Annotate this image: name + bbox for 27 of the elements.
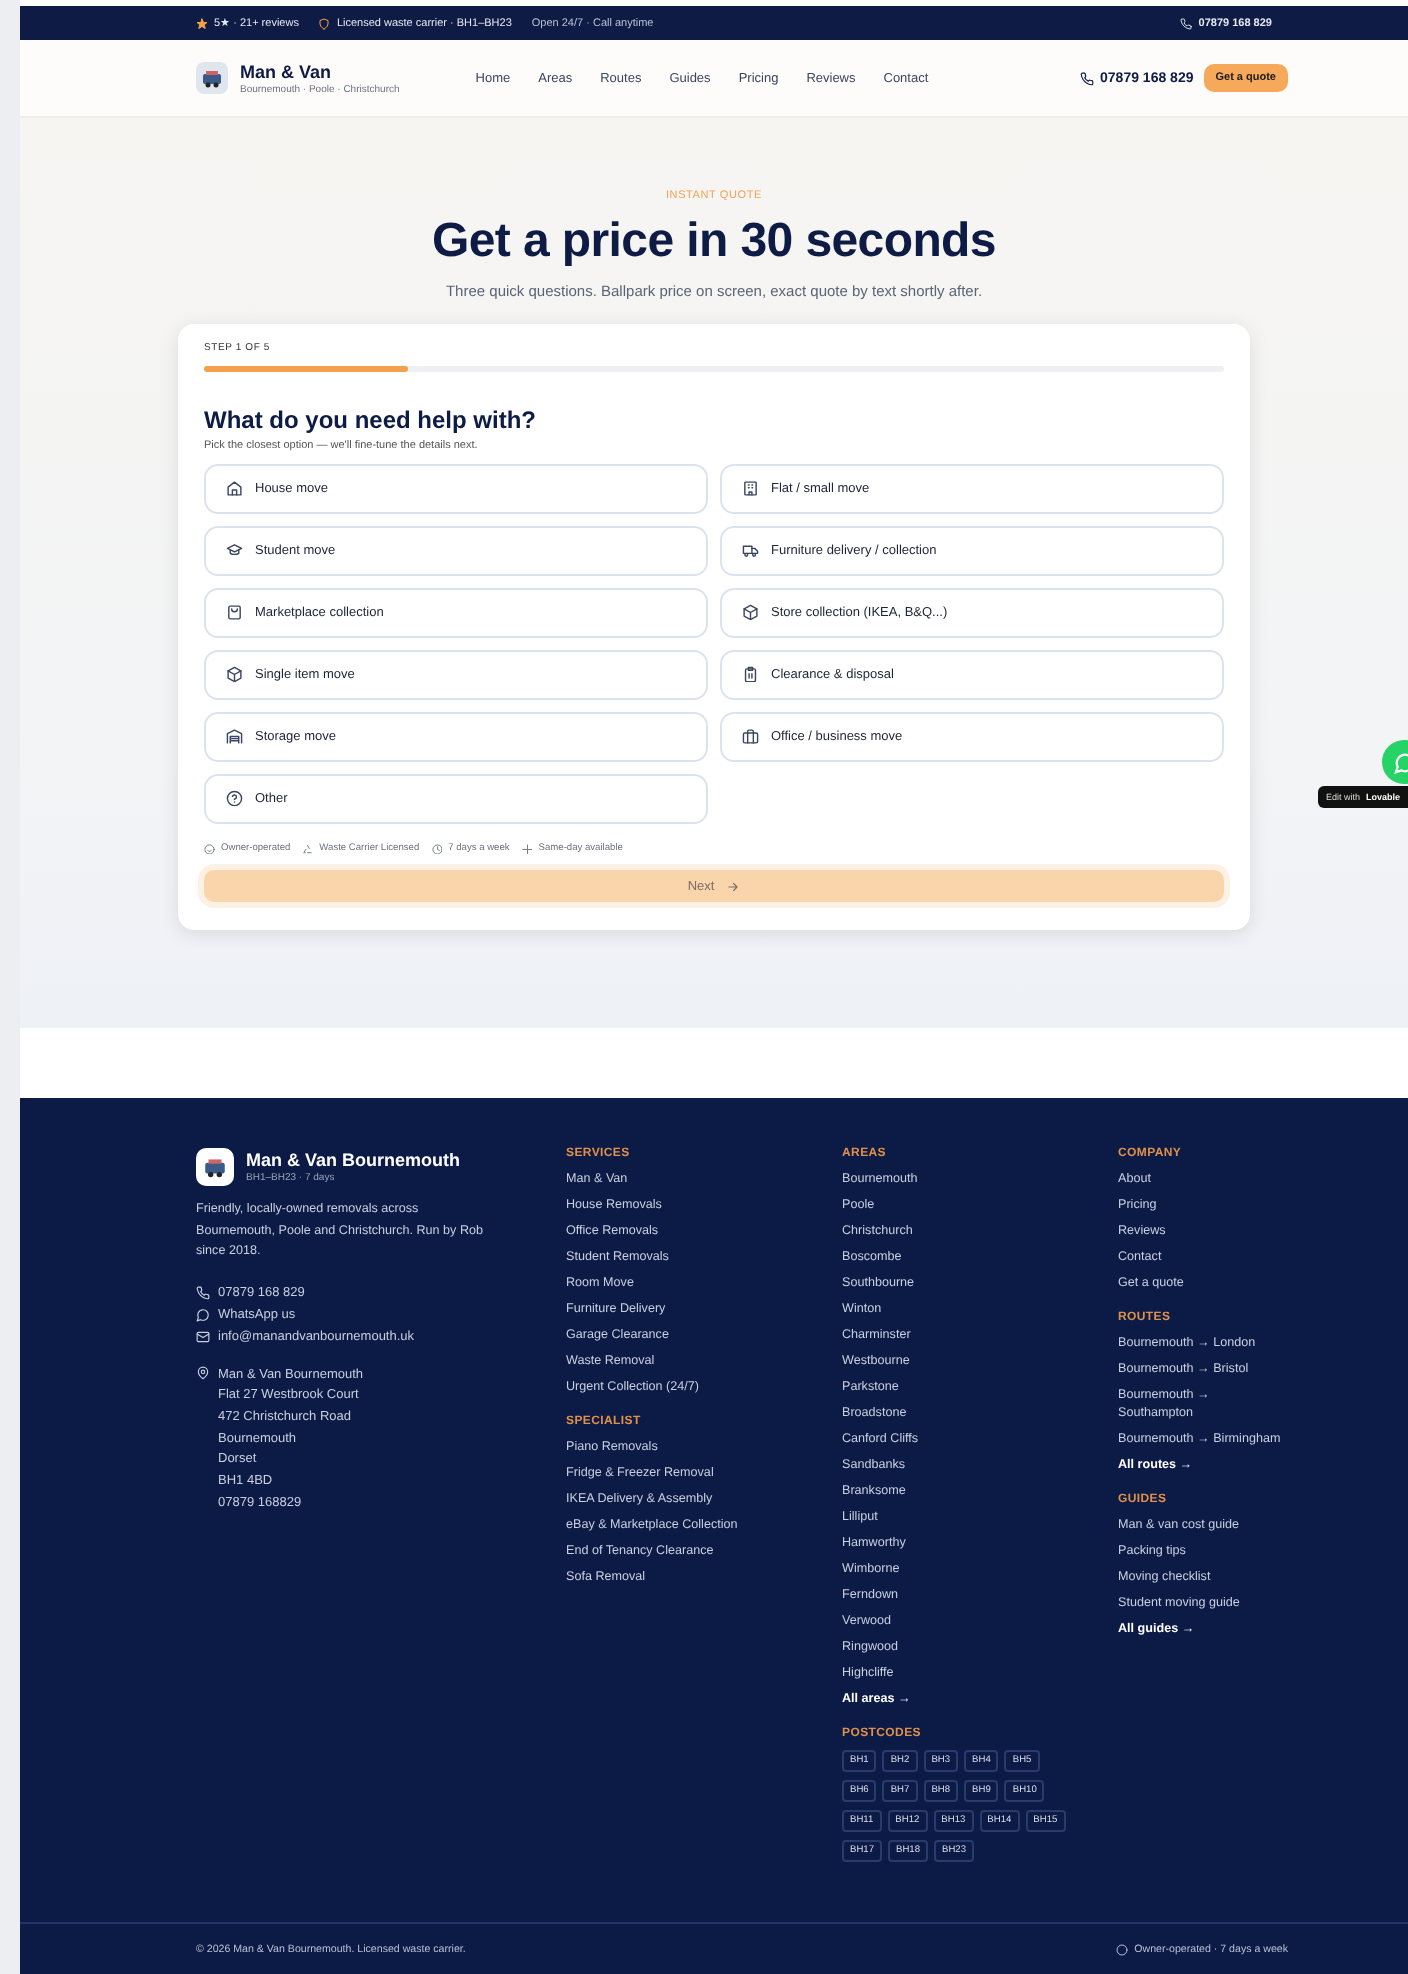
mail-icon — [196, 1329, 210, 1343]
chat-bubble-icon — [196, 1307, 210, 1321]
phone-icon — [196, 1285, 210, 1299]
map-pin-icon — [196, 1365, 210, 1379]
logo-icon — [196, 62, 228, 94]
page-title: Get a price in 30 seconds — [432, 214, 996, 270]
warehouse-icon — [226, 727, 243, 745]
smiley-icon — [204, 843, 215, 854]
arrow-right-icon — [726, 879, 741, 893]
building-icon — [742, 479, 759, 497]
star-icon — [196, 17, 208, 29]
truck-icon — [742, 541, 759, 559]
house-icon — [226, 479, 243, 497]
box-icon — [226, 665, 243, 683]
question-heading: What do you need help with? — [204, 405, 538, 433]
briefcase-icon — [742, 727, 759, 745]
shopping-bag-icon — [226, 603, 243, 621]
brand-name: Man & Van — [240, 61, 334, 81]
footer-brand-name: Man & Van Bournemouth — [246, 1150, 461, 1170]
logo-icon — [196, 1148, 234, 1186]
graduation-cap-icon — [226, 541, 243, 559]
phone-icon — [1080, 71, 1095, 85]
question-icon — [226, 789, 243, 807]
clock-icon — [431, 843, 443, 854]
package-icon — [742, 603, 759, 621]
clipboard-icon — [742, 665, 759, 683]
phone-icon — [1180, 17, 1193, 29]
